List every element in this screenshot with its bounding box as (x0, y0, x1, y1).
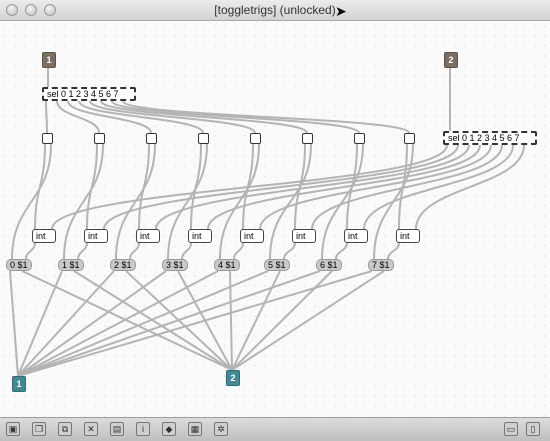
grid-icon[interactable]: ▦ (188, 422, 202, 436)
message-box-5[interactable]: 5 $1 (264, 259, 290, 271)
toggle-3[interactable] (198, 133, 209, 144)
patch-canvas[interactable]: 1 2 sel 0 1 2 3 4 5 6 7 sel 0 1 2 3 4 5 … (0, 21, 550, 417)
sel-object-right[interactable]: sel 0 1 2 3 4 5 6 7 (443, 131, 537, 145)
message-box-7[interactable]: 7 $1 (368, 259, 394, 271)
patcher-toolbar: ▣ ❐ ⧉ ✕ ▤ i ◆ ▦ ✲ ▭ ▯ (0, 417, 550, 441)
info-icon[interactable]: i (136, 422, 150, 436)
delete-icon[interactable]: ✕ (84, 422, 98, 436)
copy-icon[interactable]: ❐ (32, 422, 46, 436)
toggle-2[interactable] (146, 133, 157, 144)
outlet-2[interactable]: 2 (226, 370, 240, 386)
int-object-5[interactable]: int (292, 229, 316, 243)
toggle-5[interactable] (302, 133, 313, 144)
outlet-1[interactable]: 1 (12, 376, 26, 392)
subpatch-icon[interactable]: ⧉ (58, 422, 72, 436)
toggle-4[interactable] (250, 133, 261, 144)
toggle-1[interactable] (94, 133, 105, 144)
int-object-6[interactable]: int (344, 229, 368, 243)
message-box-3[interactable]: 3 $1 (162, 259, 188, 271)
window-title: [toggletrigs] (unlocked) (214, 3, 336, 17)
sidebar-icon[interactable]: ▯ (526, 422, 540, 436)
int-object-3[interactable]: int (188, 229, 212, 243)
settings-icon[interactable]: ✲ (214, 422, 228, 436)
toggle-0[interactable] (42, 133, 53, 144)
message-box-0[interactable]: 0 $1 (6, 259, 32, 271)
sel-object-top[interactable]: sel 0 1 2 3 4 5 6 7 (42, 87, 136, 101)
int-object-2[interactable]: int (136, 229, 160, 243)
message-box-4[interactable]: 4 $1 (214, 259, 240, 271)
int-object-7[interactable]: int (396, 229, 420, 243)
toggle-7[interactable] (404, 133, 415, 144)
present-icon[interactable]: ▤ (110, 422, 124, 436)
split-view-icon[interactable]: ▭ (504, 422, 518, 436)
inspector-icon[interactable]: ◆ (162, 422, 176, 436)
inlet-2[interactable]: 2 (444, 52, 458, 68)
inlet-1[interactable]: 1 (42, 52, 56, 68)
mouse-cursor-icon: ➤ (335, 3, 347, 19)
message-box-6[interactable]: 6 $1 (316, 259, 342, 271)
lock-icon[interactable]: ▣ (6, 422, 20, 436)
int-object-4[interactable]: int (240, 229, 264, 243)
message-box-2[interactable]: 2 $1 (110, 259, 136, 271)
patch-cords (9, 68, 525, 377)
message-box-1[interactable]: 1 $1 (58, 259, 84, 271)
window-titlebar[interactable]: [toggletrigs] (unlocked) ➤ (0, 0, 550, 21)
int-object-0[interactable]: int (32, 229, 56, 243)
int-object-1[interactable]: int (84, 229, 108, 243)
toggle-6[interactable] (354, 133, 365, 144)
